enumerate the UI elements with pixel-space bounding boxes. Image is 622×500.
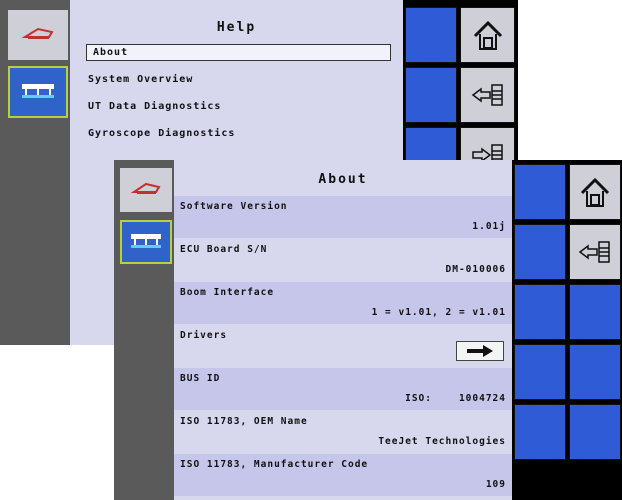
software-version-value: 1.01j (472, 221, 506, 232)
help-softkey-2[interactable] (405, 67, 457, 123)
help-title: Help (216, 20, 257, 35)
software-version-label: Software Version (180, 201, 288, 212)
oem-name-value: TeeJet Technologies (378, 436, 506, 447)
row-ecu-board-sn: ECU Board S/N DM-010006 (174, 239, 512, 281)
tractor-icon (130, 182, 161, 194)
manufacturer-code-value: 109 (485, 479, 506, 490)
about-tractor-tile[interactable] (120, 168, 172, 212)
drivers-arrow-button[interactable] (456, 341, 504, 361)
help-softkey-1[interactable] (405, 7, 457, 63)
about-boom-tile[interactable] (120, 220, 172, 264)
about-title: About (318, 172, 368, 187)
bus-id-prefix: ISO: (405, 393, 432, 404)
boom-interface-label: Boom Interface (180, 287, 275, 298)
drivers-label: Drivers (180, 330, 228, 341)
help-home-button[interactable] (460, 7, 515, 63)
home-icon (580, 177, 610, 207)
about-softkey-8[interactable] (569, 404, 621, 460)
row-drivers[interactable]: Drivers (174, 325, 512, 367)
menu-item-gyroscope-diagnostics[interactable]: Gyroscope Diagnostics (88, 128, 391, 139)
help-boom-tile[interactable] (8, 66, 68, 118)
boom-icon (22, 84, 54, 98)
help-tractor-tile[interactable] (8, 10, 68, 60)
about-softkey-1[interactable] (514, 164, 566, 220)
help-back-button[interactable] (460, 67, 515, 123)
about-softkey-5[interactable] (514, 344, 566, 400)
tractor-icon (21, 27, 54, 39)
about-content: About Software Version 1.01j ECU Board S… (174, 160, 512, 500)
row-software-version: Software Version 1.01j (174, 196, 512, 238)
boom-icon (131, 234, 161, 248)
menu-item-system-overview[interactable]: System Overview (88, 74, 391, 85)
boom-interface-value: 1 = v1.01, 2 = v1.01 (371, 307, 506, 318)
ecu-board-sn-label: ECU Board S/N (180, 244, 268, 255)
oem-name-label: ISO 11783, OEM Name (180, 416, 308, 427)
menu-item-about[interactable]: About (86, 44, 391, 61)
about-back-button[interactable] (569, 224, 621, 280)
row-boom-interface: Boom Interface 1 = v1.01, 2 = v1.01 (174, 282, 512, 324)
row-bus-id: BUS ID ISO: 1004724 (174, 368, 512, 410)
back-list-icon (578, 241, 610, 263)
menu-item-ut-data-diagnostics[interactable]: UT Data Diagnostics (88, 101, 391, 112)
about-softkey-6[interactable] (569, 344, 621, 400)
back-list-icon (471, 84, 503, 106)
manufacturer-code-label: ISO 11783, Manufacturer Code (180, 459, 369, 470)
about-softkey-3[interactable] (514, 284, 566, 340)
about-screen: About Software Version 1.01j ECU Board S… (114, 160, 622, 500)
bus-id-label: BUS ID (180, 373, 221, 384)
about-softkey-4[interactable] (569, 284, 621, 340)
bus-id-value: 1004724 (458, 393, 506, 404)
about-softkey-2[interactable] (514, 224, 566, 280)
row-oem-name: ISO 11783, OEM Name TeeJet Technologies (174, 411, 512, 453)
home-icon (473, 20, 502, 50)
about-softkey-7[interactable] (514, 404, 566, 460)
row-manufacturer-code: ISO 11783, Manufacturer Code 109 (174, 454, 512, 496)
right-arrow-icon (467, 345, 493, 357)
about-home-button[interactable] (569, 164, 621, 220)
ecu-board-sn-value: DM-010006 (445, 264, 506, 275)
